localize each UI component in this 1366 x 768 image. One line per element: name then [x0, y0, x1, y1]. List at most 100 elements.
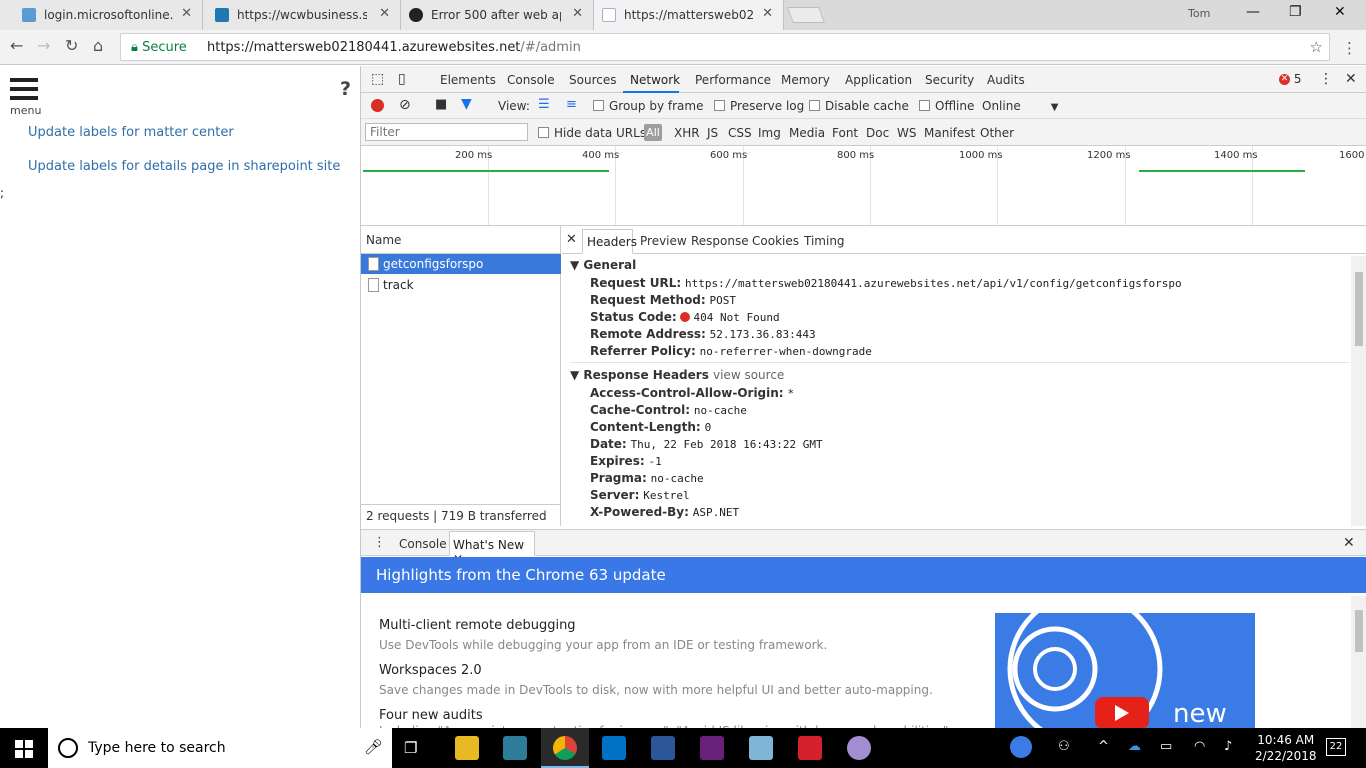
- taskbar-search[interactable]: Type here to search 🎤︎: [48, 728, 392, 768]
- tab-application[interactable]: Application: [845, 73, 912, 87]
- onedrive-icon[interactable]: ☁: [1128, 739, 1141, 754]
- filter-doc[interactable]: Doc: [866, 126, 889, 140]
- browser-tab-4-active[interactable]: https://mattersweb0218( ✕: [594, 0, 784, 30]
- new-tab-button[interactable]: [787, 7, 825, 23]
- response-headers-toggle[interactable]: ▼ Response Headers: [570, 368, 709, 382]
- tab-elements[interactable]: Elements: [440, 73, 496, 87]
- tab-performance[interactable]: Performance: [695, 73, 771, 87]
- link-update-labels-details-page[interactable]: Update labels for details page in sharep…: [28, 159, 340, 174]
- tab-sources[interactable]: Sources: [569, 73, 616, 87]
- throttling-select[interactable]: Online ▼: [982, 99, 1058, 113]
- close-drawer-icon[interactable]: ✕: [1343, 535, 1355, 551]
- acrobat-icon[interactable]: [798, 736, 822, 760]
- word-icon[interactable]: [651, 736, 675, 760]
- filter-img[interactable]: Img: [758, 126, 781, 140]
- tab-network[interactable]: Network: [630, 73, 680, 87]
- hide-data-urls-checkbox[interactable]: Hide data URLs: [538, 126, 646, 140]
- disable-cache-checkbox[interactable]: Disable cache: [809, 99, 909, 113]
- filter-manifest[interactable]: Manifest: [924, 126, 975, 140]
- tab-response[interactable]: Response: [691, 234, 749, 248]
- tab-headers[interactable]: Headers: [582, 229, 637, 254]
- drawer-tab-console[interactable]: Console: [399, 537, 447, 551]
- offline-checkbox[interactable]: Offline: [919, 99, 974, 113]
- filter-media[interactable]: Media: [789, 126, 825, 140]
- error-count-badge[interactable]: ✕ 5: [1279, 72, 1301, 86]
- request-row-track[interactable]: track: [361, 275, 561, 295]
- close-tab-icon[interactable]: ✕: [181, 6, 192, 21]
- close-tab-icon[interactable]: ✕: [379, 6, 390, 21]
- app-icon[interactable]: [749, 736, 773, 760]
- minimize-icon[interactable]: —: [1246, 4, 1260, 20]
- scrollbar-thumb[interactable]: [1355, 610, 1363, 652]
- close-tab-icon[interactable]: ✕: [572, 6, 583, 21]
- chrome-icon[interactable]: [553, 736, 577, 760]
- windows-start-icon[interactable]: [15, 740, 33, 758]
- record-icon[interactable]: [371, 99, 384, 112]
- browser-menu-icon[interactable]: ⋮: [1342, 39, 1357, 57]
- filter-font[interactable]: Font: [832, 126, 858, 140]
- clear-icon[interactable]: ⊘: [399, 97, 411, 113]
- people-icon[interactable]: ⚇: [1058, 739, 1070, 754]
- outlook-icon[interactable]: [602, 736, 626, 760]
- filter-js[interactable]: JS: [707, 126, 718, 140]
- filter-all[interactable]: All: [644, 124, 662, 141]
- action-center-icon[interactable]: 22: [1326, 738, 1346, 756]
- filter-icon[interactable]: ▼: [461, 96, 472, 112]
- back-icon[interactable]: ←: [10, 36, 23, 55]
- filter-other[interactable]: Other: [980, 126, 1014, 140]
- tab-console[interactable]: Console: [507, 73, 555, 87]
- view-source-link[interactable]: view source: [713, 368, 784, 382]
- preserve-log-checkbox[interactable]: Preserve log: [714, 99, 804, 113]
- capture-screenshots-icon[interactable]: ■: [435, 97, 447, 112]
- detail-scrollbar[interactable]: [1351, 256, 1366, 526]
- bookmark-star-icon[interactable]: ☆: [1310, 38, 1323, 56]
- drawer-menu-icon[interactable]: ⋮: [373, 535, 386, 550]
- devtools-menu-icon[interactable]: ⋮: [1319, 71, 1333, 87]
- general-section-toggle[interactable]: ▼ General: [570, 258, 636, 272]
- home-icon[interactable]: ⌂: [93, 36, 103, 55]
- large-rows-icon[interactable]: ☰: [538, 97, 550, 112]
- forward-icon[interactable]: →: [37, 36, 50, 55]
- scrollbar-thumb[interactable]: [1355, 272, 1363, 346]
- tab-memory[interactable]: Memory: [781, 73, 830, 87]
- profile-name[interactable]: Tom: [1188, 7, 1210, 20]
- inspect-element-icon[interactable]: ⬚: [371, 71, 384, 87]
- reload-icon[interactable]: ↻: [65, 36, 78, 55]
- drawer-scrollbar[interactable]: [1351, 596, 1366, 729]
- help-tray-icon[interactable]: [1010, 736, 1032, 758]
- wifi-icon[interactable]: ◠: [1194, 739, 1205, 754]
- device-toolbar-icon[interactable]: ▯: [398, 71, 406, 87]
- close-devtools-icon[interactable]: ✕: [1345, 71, 1357, 87]
- visual-studio-icon[interactable]: [700, 736, 724, 760]
- filter-ws[interactable]: WS: [897, 126, 916, 140]
- close-detail-icon[interactable]: ✕: [566, 232, 577, 247]
- drawer-tab-whats-new[interactable]: What's New ✕: [449, 531, 535, 566]
- paint-icon[interactable]: [847, 736, 871, 760]
- battery-icon[interactable]: ▭: [1160, 739, 1172, 754]
- hamburger-menu-icon[interactable]: [10, 78, 38, 104]
- filter-css[interactable]: CSS: [728, 126, 752, 140]
- link-update-labels-matter-center[interactable]: Update labels for matter center: [28, 125, 234, 140]
- file-explorer-icon[interactable]: [455, 736, 479, 760]
- taskbar-clock[interactable]: 10:46 AM 2/22/2018: [1255, 732, 1317, 764]
- browser-tab-1[interactable]: login.microsoftonline.cor ✕: [0, 0, 203, 30]
- microphone-icon[interactable]: 🎤︎: [364, 738, 383, 756]
- store-icon[interactable]: [503, 736, 527, 760]
- maximize-icon[interactable]: ❐: [1289, 4, 1302, 20]
- close-window-icon[interactable]: ✕: [1334, 4, 1346, 20]
- browser-tab-3[interactable]: Error 500 after web appli ✕: [401, 0, 594, 30]
- volume-icon[interactable]: ♪: [1224, 739, 1232, 754]
- tab-timing[interactable]: Timing: [804, 234, 845, 248]
- browser-tab-2[interactable]: https://wcwbusiness.shar ✕: [203, 0, 401, 30]
- network-overview-timeline[interactable]: 200 ms 400 ms 600 ms 800 ms 1000 ms 1200…: [361, 146, 1366, 226]
- address-bar[interactable]: 🔒︎ Secure https://mattersweb02180441.azu…: [120, 33, 1330, 61]
- show-hidden-icons-icon[interactable]: ^: [1098, 739, 1109, 754]
- whats-new-video-thumbnail[interactable]: new: [995, 613, 1255, 729]
- tab-preview[interactable]: Preview: [640, 234, 687, 248]
- group-by-frame-checkbox[interactable]: Group by frame: [593, 99, 703, 113]
- name-column-header[interactable]: Name: [361, 226, 561, 254]
- tab-cookies[interactable]: Cookies: [752, 234, 799, 248]
- tab-audits[interactable]: Audits: [987, 73, 1025, 87]
- close-tab-icon[interactable]: ✕: [762, 6, 773, 21]
- filter-xhr[interactable]: XHR: [674, 126, 700, 140]
